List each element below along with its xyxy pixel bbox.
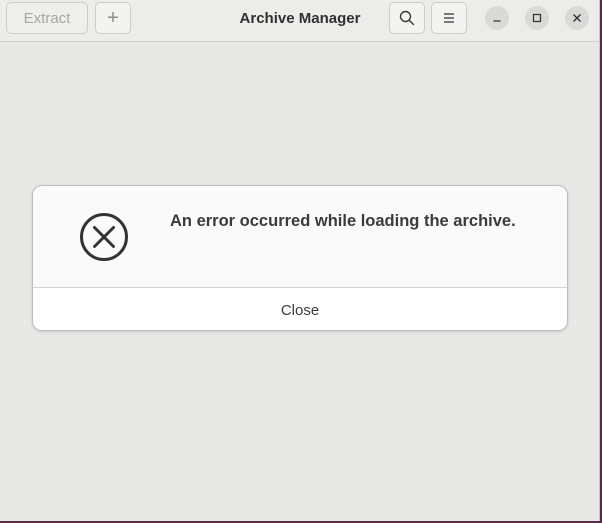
plus-icon: + [107, 6, 119, 29]
dialog-close-button[interactable]: Close [33, 287, 567, 330]
maximize-button[interactable] [525, 6, 549, 30]
error-dialog: An error occurred while loading the arch… [32, 185, 568, 331]
hamburger-menu-icon [444, 13, 454, 23]
minimize-icon [493, 20, 501, 22]
extract-button[interactable]: Extract [6, 2, 88, 34]
close-window-button[interactable] [565, 6, 589, 30]
dialog-body: An error occurred while loading the arch… [33, 186, 567, 287]
archive-manager-window: Extract + Archive Manager An error occur… [0, 0, 600, 521]
header-bar: Extract + Archive Manager [0, 0, 599, 42]
search-icon [399, 10, 415, 26]
error-circle-x-icon [80, 213, 128, 261]
add-files-button[interactable]: + [95, 2, 131, 34]
search-button[interactable] [389, 2, 425, 34]
main-menu-button[interactable] [431, 2, 467, 34]
close-button-label: Close [280, 301, 320, 319]
close-icon [573, 14, 581, 22]
maximize-icon [532, 13, 542, 23]
minimize-button[interactable] [485, 6, 509, 30]
window-title: Archive Manager [239, 9, 361, 27]
extract-label: Extract [23, 9, 71, 27]
error-message: An error occurred while loading the arch… [170, 212, 516, 230]
